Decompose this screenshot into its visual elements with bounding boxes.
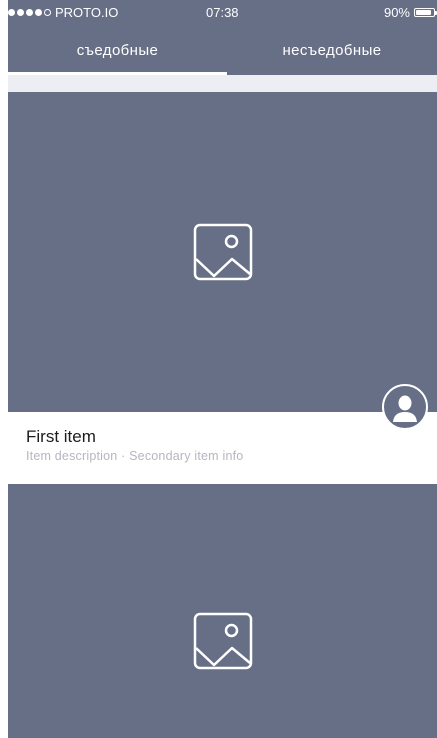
card-info[interactable]: First item Item description · Secondary … bbox=[8, 412, 437, 484]
carrier-info: PROTO.IO bbox=[8, 5, 118, 20]
app-screen: PROTO.IO 07:38 90% съедобные несъедобные bbox=[0, 0, 437, 738]
tab-inedible-label: несъедобные bbox=[282, 42, 382, 59]
tab-inedible[interactable]: несъедобные bbox=[227, 22, 437, 75]
card-description: Item description · Secondary item info bbox=[26, 449, 244, 463]
user-avatar-icon[interactable] bbox=[382, 384, 428, 430]
signal-strength-icon bbox=[8, 9, 51, 16]
battery-icon bbox=[414, 8, 437, 17]
tab-bar: съедобные несъедобные bbox=[8, 22, 437, 75]
card-title: First item bbox=[26, 427, 96, 446]
carrier-name: PROTO.IO bbox=[55, 5, 119, 20]
tab-edible-label: съедобные bbox=[76, 42, 159, 59]
status-time: 07:38 bbox=[206, 5, 239, 20]
card-image[interactable] bbox=[8, 92, 437, 412]
image-placeholder-icon bbox=[193, 612, 252, 670]
tab-edible[interactable]: съедобные bbox=[8, 22, 227, 75]
status-bar: PROTO.IO 07:38 90% bbox=[8, 0, 437, 22]
battery-status: 90% bbox=[383, 5, 437, 20]
image-placeholder-icon bbox=[193, 223, 252, 281]
content-separator bbox=[8, 75, 437, 92]
card-image[interactable] bbox=[8, 484, 437, 738]
battery-percent: 90% bbox=[383, 5, 410, 20]
top-bar: PROTO.IO 07:38 90% съедобные несъедобные bbox=[8, 0, 437, 75]
